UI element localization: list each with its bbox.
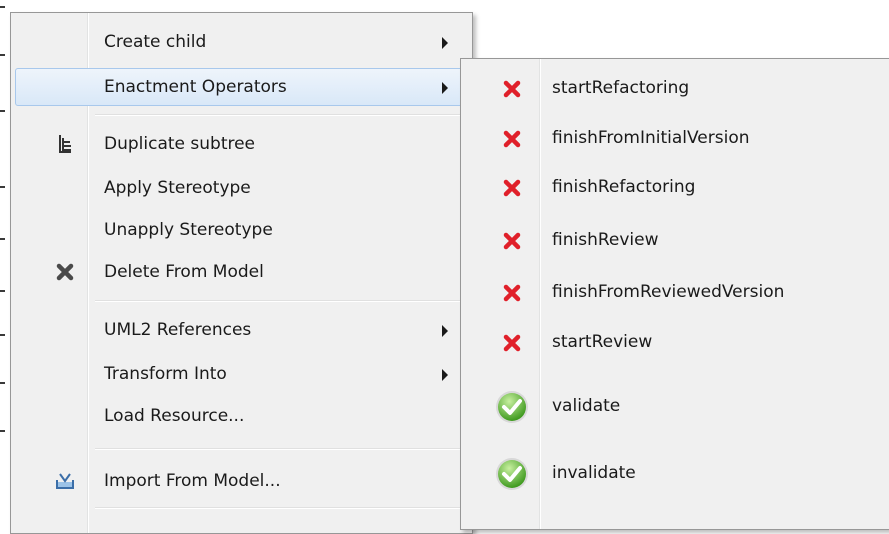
editor-tick xyxy=(0,186,5,188)
menu-item-import-from-model[interactable]: Import From Model... xyxy=(15,462,468,500)
submenu-item-label: validate xyxy=(552,396,621,416)
menu-separator xyxy=(95,507,466,509)
menu-item-load-resource[interactable]: Load Resource... xyxy=(15,397,468,435)
submenu-item-validate[interactable]: validate xyxy=(461,377,889,437)
red-x-icon xyxy=(489,163,535,213)
editor-tick xyxy=(0,110,5,112)
editor-tick xyxy=(0,334,5,336)
red-x-icon xyxy=(489,64,535,114)
menu-item-delete-from-model[interactable]: Delete From Model xyxy=(15,253,468,291)
submenu-item-label: finishReview xyxy=(552,230,659,250)
submenu-item-startreview[interactable]: startReview xyxy=(461,318,889,368)
submenu-item-label: startReview xyxy=(552,332,653,352)
red-x-icon xyxy=(489,114,535,164)
red-x-icon xyxy=(489,318,535,368)
submenu-arrow-icon xyxy=(442,82,448,94)
submenu-arrow-icon xyxy=(442,369,448,381)
menu-item-label: Import From Model... xyxy=(104,471,281,491)
menu-item-uml2-references[interactable]: UML2 References xyxy=(15,311,468,349)
submenu-item-label: finishFromInitialVersion xyxy=(552,128,750,148)
context-menu: Create child Enactment Operators Duplica… xyxy=(10,12,473,534)
submenu-item-label: startRefactoring xyxy=(552,78,690,98)
submenu-item-finishfrominitialversion[interactable]: finishFromInitialVersion xyxy=(461,114,889,164)
red-x-icon xyxy=(489,268,535,318)
submenu-item-finishfromreviewedversion[interactable]: finishFromReviewedVersion xyxy=(461,268,889,318)
submenu-item-label: finishRefactoring xyxy=(552,177,696,197)
submenu-item-finishrefactoring[interactable]: finishRefactoring xyxy=(461,163,889,213)
enactment-operators-submenu: startRefactoring finishFromInitialVersio… xyxy=(460,58,889,530)
red-x-icon xyxy=(489,216,535,266)
submenu-item-label: invalidate xyxy=(552,463,636,483)
menu-separator xyxy=(95,448,466,450)
green-check-icon xyxy=(489,377,535,437)
submenu-item-finishreview[interactable]: finishReview xyxy=(461,216,889,266)
editor-tick xyxy=(0,290,5,292)
menu-item-label: Unapply Stereotype xyxy=(104,220,273,240)
menu-item-label: Create child xyxy=(104,32,207,52)
menu-item-apply-stereotype[interactable]: Apply Stereotype xyxy=(15,169,468,207)
submenu-arrow-icon xyxy=(442,37,448,49)
menu-item-label: Apply Stereotype xyxy=(104,178,251,198)
menu-item-label: UML2 References xyxy=(104,320,252,340)
editor-tick xyxy=(0,382,5,384)
green-check-icon xyxy=(489,444,535,504)
menu-item-enactment-operators[interactable]: Enactment Operators xyxy=(15,68,468,106)
menu-separator xyxy=(95,300,466,302)
submenu-item-label: finishFromReviewedVersion xyxy=(552,282,785,302)
menu-item-label: Load Resource... xyxy=(104,406,245,426)
editor-edge xyxy=(0,0,10,513)
menu-item-transform-into[interactable]: Transform Into xyxy=(15,355,468,393)
editor-tick xyxy=(0,54,5,56)
menu-item-unapply-stereotype[interactable]: Unapply Stereotype xyxy=(15,211,468,249)
menu-item-label: Enactment Operators xyxy=(104,77,287,97)
import-icon xyxy=(45,462,85,500)
editor-tick xyxy=(0,238,5,240)
submenu-item-invalidate[interactable]: invalidate xyxy=(461,444,889,504)
menu-item-label: Duplicate subtree xyxy=(104,134,256,154)
delete-x-icon xyxy=(45,253,85,291)
menu-item-create-child[interactable]: Create child xyxy=(15,23,468,61)
menu-separator xyxy=(95,114,466,116)
menu-item-duplicate-subtree[interactable]: Duplicate subtree xyxy=(15,125,468,163)
menu-item-label: Transform Into xyxy=(104,364,227,384)
submenu-item-startrefactoring[interactable]: startRefactoring xyxy=(461,64,889,114)
editor-tick xyxy=(0,430,5,432)
submenu-arrow-icon xyxy=(442,325,448,337)
menu-item-label: Delete From Model xyxy=(104,262,264,282)
tree-icon xyxy=(45,125,85,163)
editor-tick xyxy=(0,6,5,8)
